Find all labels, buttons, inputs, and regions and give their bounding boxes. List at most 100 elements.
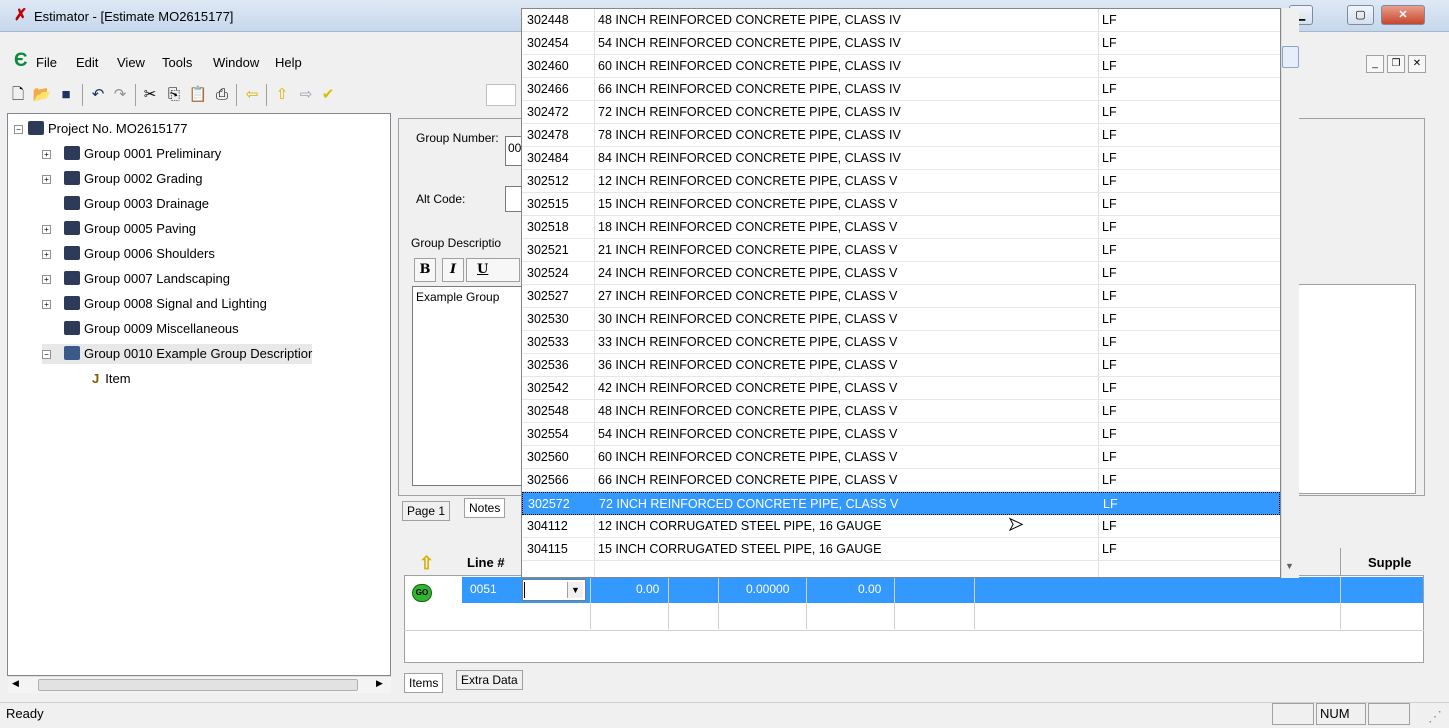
sort-up-icon[interactable]: ⇧ <box>419 553 434 574</box>
dropdown-item[interactable]: 302448 48 INCH REINFORCED CONCRETE PIPE, … <box>522 9 1280 32</box>
paste-icon[interactable]: 📋 <box>188 85 208 105</box>
dropdown-item[interactable]: 302512 12 INCH REINFORCED CONCRETE PIPE, … <box>522 170 1280 193</box>
menu-edit[interactable]: Edit <box>76 55 98 70</box>
menu-window[interactable]: Window <box>213 55 259 70</box>
dropdown-item[interactable]: 302542 42 INCH REINFORCED CONCRETE PIPE, … <box>522 377 1280 400</box>
arrow-right-icon[interactable]: ⇨ <box>296 85 316 105</box>
tab-page-1[interactable]: Page 1 <box>402 501 451 521</box>
close-button[interactable]: ✕ <box>1381 5 1425 25</box>
cell-amount[interactable]: 0.00 <box>858 582 881 596</box>
cell-quantity[interactable]: 0.00 <box>636 582 659 596</box>
dropdown-scrollbar[interactable]: ▼ <box>1281 8 1299 578</box>
new-file-icon[interactable]: 🗋 <box>8 85 28 105</box>
arrow-up-icon[interactable]: ⇧ <box>272 85 292 105</box>
dropdown-item-selected[interactable]: 302572 72 INCH REINFORCED CONCRETE PIPE, … <box>522 492 1280 515</box>
expand-icon[interactable]: + <box>42 175 51 184</box>
dropdown-item[interactable]: 304112 12 INCH CORRUGATED STEEL PIPE, 16 … <box>522 515 1280 538</box>
collapse-icon[interactable]: − <box>42 350 51 359</box>
copy-icon[interactable]: ⎘ <box>164 85 184 105</box>
toolbar-field[interactable] <box>486 84 516 106</box>
expand-icon[interactable]: + <box>42 300 51 309</box>
dropdown-item[interactable]: 302524 24 INCH REINFORCED CONCRETE PIPE, … <box>522 262 1280 285</box>
dropdown-item[interactable]: 304115 15 INCH CORRUGATED STEEL PIPE, 16 … <box>522 538 1280 561</box>
column-supple[interactable]: Supple <box>1368 555 1411 570</box>
tree-item-group-0002[interactable]: + Group 0002 Grading <box>42 169 203 189</box>
tree-item-group-0009[interactable]: Group 0009 Miscellaneous <box>42 319 239 339</box>
dropdown-scroll-thumb[interactable] <box>1282 46 1299 68</box>
cut-icon[interactable]: ✂ <box>140 85 160 105</box>
resize-grip-icon[interactable]: ⋰ <box>1428 708 1442 725</box>
mdi-minimize-button[interactable]: _ <box>1366 55 1384 73</box>
tree-item-group-0005[interactable]: + Group 0005 Paving <box>42 219 196 239</box>
menu-help[interactable]: Help <box>275 55 302 70</box>
project-tree[interactable]: − Project No. MO2615177 + Group 0001 Prel… <box>7 113 391 676</box>
underline-button[interactable]: U <box>466 258 520 282</box>
tree-root[interactable]: − Project No. MO2615177 <box>14 119 187 139</box>
maximize-button[interactable]: ▢ <box>1347 5 1374 25</box>
scroll-thumb[interactable] <box>38 679 358 691</box>
tree-item-group-0010[interactable]: − Group 0010 Example Group Descriptior <box>42 344 313 364</box>
tab-items[interactable]: Items <box>404 673 444 693</box>
item-code-combobox[interactable]: ▼ <box>522 579 586 601</box>
tree-item-group-0001[interactable]: + Group 0001 Preliminary <box>42 144 221 164</box>
mdi-restore-button[interactable]: ❐ <box>1387 55 1405 73</box>
dropdown-item[interactable]: 302521 21 INCH REINFORCED CONCRETE PIPE, … <box>522 239 1280 262</box>
print-icon[interactable]: ⎙ <box>212 85 232 105</box>
dropdown-item[interactable]: 302478 78 INCH REINFORCED CONCRETE PIPE, … <box>522 124 1280 147</box>
dropdown-item[interactable]: 302560 60 INCH REINFORCED CONCRETE PIPE, … <box>522 446 1280 469</box>
menu-file[interactable]: File <box>36 55 57 70</box>
tree-item-group-0007[interactable]: + Group 0007 Landscaping <box>42 269 230 289</box>
dropdown-item[interactable]: 302536 36 INCH REINFORCED CONCRETE PIPE, … <box>522 354 1280 377</box>
grid-row-selected[interactable] <box>462 577 1423 603</box>
undo-icon[interactable]: ↶ <box>88 85 108 105</box>
dropdown-item[interactable]: 302554 54 INCH REINFORCED CONCRETE PIPE, … <box>522 423 1280 446</box>
item-code-dropdown-list[interactable]: 302448 48 INCH REINFORCED CONCRETE PIPE, … <box>521 8 1281 578</box>
dropdown-item[interactable]: 302533 33 INCH REINFORCED CONCRETE PIPE, … <box>522 331 1280 354</box>
dropdown-item[interactable]: 302454 54 INCH REINFORCED CONCRETE PIPE, … <box>522 32 1280 55</box>
arrow-left-icon[interactable]: ⇦ <box>242 85 262 105</box>
tree-horizontal-scrollbar[interactable]: ◀ ▶ <box>8 676 391 693</box>
open-folder-icon[interactable]: 📂 <box>32 85 52 105</box>
expand-icon[interactable]: + <box>42 150 51 159</box>
tree-item-label: Group 0009 Miscellaneous <box>84 321 239 336</box>
combobox-dropdown-icon[interactable]: ▼ <box>567 582 583 598</box>
italic-button[interactable]: I <box>442 258 464 282</box>
mdi-close-button[interactable]: ✕ <box>1408 55 1426 73</box>
group-description-label: Group Descriptio <box>411 236 502 250</box>
dropdown-item[interactable]: 302466 66 INCH REINFORCED CONCRETE PIPE, … <box>522 78 1280 101</box>
group-description-editor[interactable]: Example Group <box>412 286 524 486</box>
menu-view[interactable]: View <box>117 55 145 70</box>
dropdown-item[interactable]: 302566 66 INCH REINFORCED CONCRETE PIPE, … <box>522 469 1280 492</box>
dropdown-item[interactable]: 302527 27 INCH REINFORCED CONCRETE PIPE, … <box>522 285 1280 308</box>
dropdown-item[interactable]: 302548 48 INCH REINFORCED CONCRETE PIPE, … <box>522 400 1280 423</box>
cell-unit-price[interactable]: 0.00000 <box>746 582 789 596</box>
collapse-icon[interactable]: − <box>14 125 23 134</box>
dropdown-item[interactable]: 302530 30 INCH REINFORCED CONCRETE PIPE, … <box>522 308 1280 331</box>
dropdown-item[interactable]: 302518 18 INCH REINFORCED CONCRETE PIPE, … <box>522 216 1280 239</box>
dropdown-item[interactable]: 302472 72 INCH REINFORCED CONCRETE PIPE, … <box>522 101 1280 124</box>
expand-icon[interactable]: + <box>42 250 51 259</box>
tree-item-group-0003[interactable]: Group 0003 Drainage <box>42 194 209 214</box>
check-icon[interactable]: ✔ <box>318 85 338 105</box>
save-icon[interactable]: ■ <box>56 85 76 105</box>
tab-notes[interactable]: Notes <box>464 498 506 518</box>
cell-line-number[interactable]: 0051 <box>470 582 497 596</box>
dropdown-item[interactable]: 302460 60 INCH REINFORCED CONCRETE PIPE, … <box>522 55 1280 78</box>
bold-button[interactable]: B <box>414 258 436 282</box>
scroll-right-icon[interactable]: ▶ <box>376 678 383 689</box>
app-menu-icon[interactable]: Є <box>14 50 28 72</box>
menu-tools[interactable]: Tools <box>162 55 192 70</box>
tab-extra-data[interactable]: Extra Data <box>456 670 523 690</box>
expand-icon[interactable]: + <box>42 225 51 234</box>
tree-item-item[interactable]: J Item <box>92 369 131 389</box>
tree-item-group-0006[interactable]: + Group 0006 Shoulders <box>42 244 215 264</box>
dropdown-item[interactable]: 302484 84 INCH REINFORCED CONCRETE PIPE, … <box>522 147 1280 170</box>
expand-icon[interactable]: + <box>42 275 51 284</box>
tree-item-group-0008[interactable]: + Group 0008 Signal and Lighting <box>42 294 267 314</box>
dropdown-resize-icon[interactable]: ▼ <box>1285 561 1294 571</box>
column-line[interactable]: Line # <box>467 555 505 570</box>
scroll-left-icon[interactable]: ◀ <box>12 678 19 689</box>
redo-icon[interactable]: ↷ <box>110 85 130 105</box>
right-text-area[interactable] <box>1282 284 1416 494</box>
dropdown-item[interactable]: 302515 15 INCH REINFORCED CONCRETE PIPE, … <box>522 193 1280 216</box>
